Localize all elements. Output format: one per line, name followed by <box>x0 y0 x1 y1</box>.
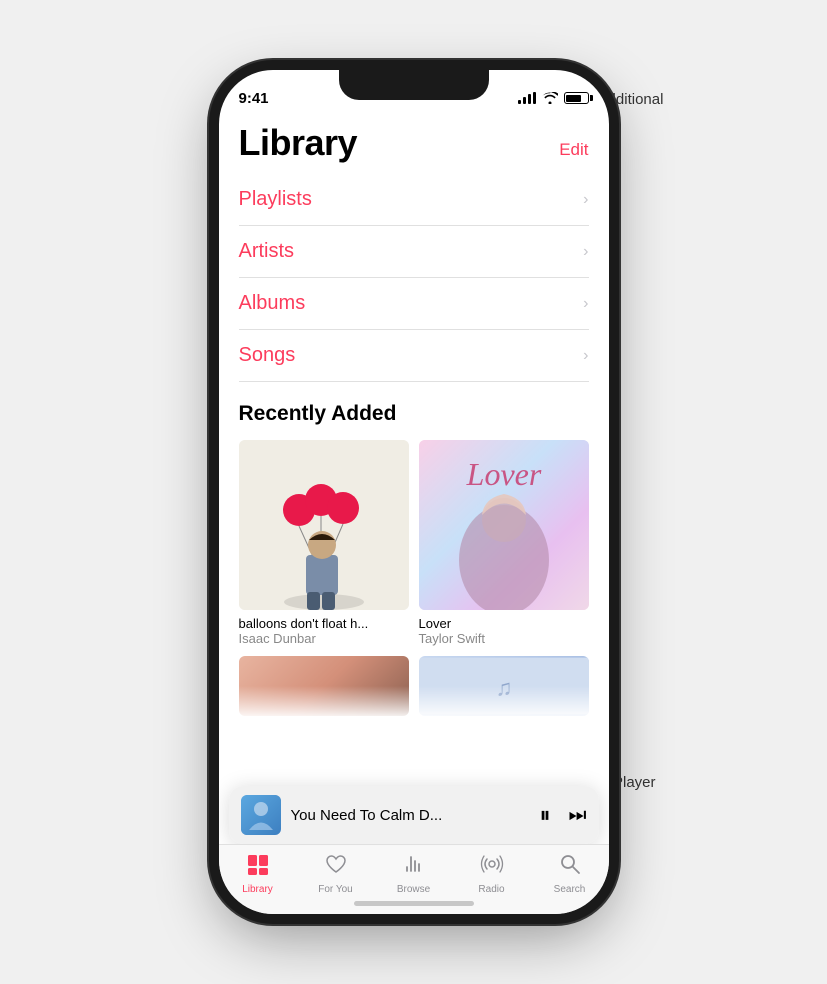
section-title: Recently Added <box>239 402 589 426</box>
albums-grid: balloons don't float h... Isaac Dunbar <box>239 440 589 646</box>
album-artist-balloons: Isaac Dunbar <box>239 631 409 646</box>
signal-icon <box>518 92 536 104</box>
edit-button[interactable]: Edit <box>559 140 588 164</box>
library-item-albums[interactable]: Albums › <box>239 278 589 330</box>
chevron-icon: › <box>583 191 588 209</box>
library-item-artists[interactable]: Artists › <box>239 226 589 278</box>
page-title: Library <box>239 122 358 164</box>
library-list: Playlists › Artists › Albums › Songs › <box>219 174 609 382</box>
album-cover-lover: Lover <box>419 440 589 610</box>
lover-illustration: Lover <box>419 440 589 610</box>
player-bar[interactable]: You Need To Calm D... ⏸ ⏭ <box>229 786 599 844</box>
album-artist-lover: Taylor Swift <box>419 631 589 646</box>
chevron-icon: › <box>583 347 588 365</box>
tab-radio[interactable]: Radio <box>462 853 522 895</box>
player-album-art <box>241 795 281 835</box>
home-indicator <box>354 901 474 906</box>
status-icons <box>518 92 589 104</box>
tab-library[interactable]: Library <box>228 853 288 895</box>
library-item-songs[interactable]: Songs › <box>239 330 589 382</box>
tab-browse-label: Browse <box>397 884 430 895</box>
heart-icon <box>324 853 348 881</box>
player-song-title: You Need To Calm D... <box>291 807 530 824</box>
battery-icon <box>564 92 589 104</box>
browse-icon <box>402 853 426 881</box>
tab-search-label: Search <box>554 884 586 895</box>
phone-frame: 9:41 <box>219 70 609 914</box>
search-icon <box>558 853 582 881</box>
tab-search[interactable]: Search <box>540 853 600 895</box>
tab-radio-label: Radio <box>478 884 504 895</box>
wifi-icon <box>542 92 558 104</box>
album-item-balloons[interactable]: balloons don't float h... Isaac Dunbar <box>239 440 409 646</box>
radio-icon <box>480 853 504 881</box>
album-name-balloons: balloons don't float h... <box>239 616 409 631</box>
album-name-lover: Lover <box>419 616 589 631</box>
tab-for-you[interactable]: For You <box>306 853 366 895</box>
tab-browse[interactable]: Browse <box>384 853 444 895</box>
pause-button[interactable]: ⏸ <box>539 802 550 828</box>
tab-for-you-label: For You <box>318 884 352 895</box>
page-header: Library Edit <box>219 114 609 164</box>
svg-text:Lover: Lover <box>465 456 541 492</box>
notch <box>339 70 489 100</box>
library-icon <box>246 853 270 881</box>
balloons-illustration <box>239 440 409 610</box>
albums-row2: ♫ <box>239 656 589 716</box>
status-time: 9:41 <box>239 90 269 107</box>
chevron-icon: › <box>583 243 588 261</box>
screen-content: Library Edit Playlists › Artists › Album… <box>219 114 609 914</box>
player-controls: ⏸ ⏭ <box>539 802 586 828</box>
recently-added-section: Recently Added <box>219 382 609 726</box>
album-item-lover[interactable]: Lover Lover Taylor Swift <box>419 440 589 646</box>
tab-library-label: Library <box>242 884 273 895</box>
chevron-icon: › <box>583 295 588 313</box>
album-cover-balloons <box>239 440 409 610</box>
forward-button[interactable]: ⏭ <box>569 804 587 827</box>
library-item-playlists[interactable]: Playlists › <box>239 174 589 226</box>
